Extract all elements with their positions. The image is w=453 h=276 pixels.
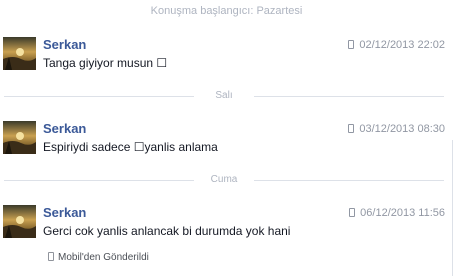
timestamp-text: 06/12/2013 11:56 <box>360 207 445 219</box>
timestamp-text: 03/12/2013 08:30 <box>359 123 445 135</box>
day-divider: Salı <box>0 90 448 102</box>
message-text: Espiriydi sadece ☐yanlis anlama <box>43 140 218 154</box>
divider-line <box>254 96 444 97</box>
message-item: Serkan 02/12/2013 22:02 Tanga giyiyor mu… <box>0 37 453 77</box>
day-divider: Cuma <box>0 174 448 186</box>
message-timestamp: 02/12/2013 22:02 <box>348 39 445 51</box>
conversation-start-label: Konuşma başlangıcı: Pazartesi <box>150 5 303 17</box>
mobile-phone-icon <box>349 208 356 217</box>
message-item: Serkan 06/12/2013 11:56 Gerci cok yanlis… <box>0 205 453 245</box>
divider-line <box>254 180 444 181</box>
avatar[interactable] <box>3 205 36 238</box>
mobile-phone-icon <box>348 40 355 49</box>
sent-from-mobile-note: Mobil'den Gönderildi <box>48 252 149 263</box>
avatar[interactable] <box>3 37 36 70</box>
sender-name[interactable]: Serkan <box>43 121 86 136</box>
sent-from-mobile-label: Mobil'den Gönderildi <box>58 252 149 263</box>
mobile-phone-icon <box>348 124 355 133</box>
timestamp-text: 02/12/2013 22:02 <box>359 39 445 51</box>
message-text: Tanga giyiyor musun ☐ <box>43 56 168 70</box>
sender-name[interactable]: Serkan <box>43 37 86 52</box>
avatar[interactable] <box>3 121 36 154</box>
mobile-phone-icon <box>48 252 54 261</box>
message-text: Gerci cok yanlis anlancak bi durumda yok… <box>43 224 291 238</box>
message-timestamp: 06/12/2013 11:56 <box>349 207 445 219</box>
message-timestamp: 03/12/2013 08:30 <box>348 123 445 135</box>
message-item: Serkan 03/12/2013 08:30 Espiriydi sadece… <box>0 121 453 161</box>
sender-name[interactable]: Serkan <box>43 205 86 220</box>
